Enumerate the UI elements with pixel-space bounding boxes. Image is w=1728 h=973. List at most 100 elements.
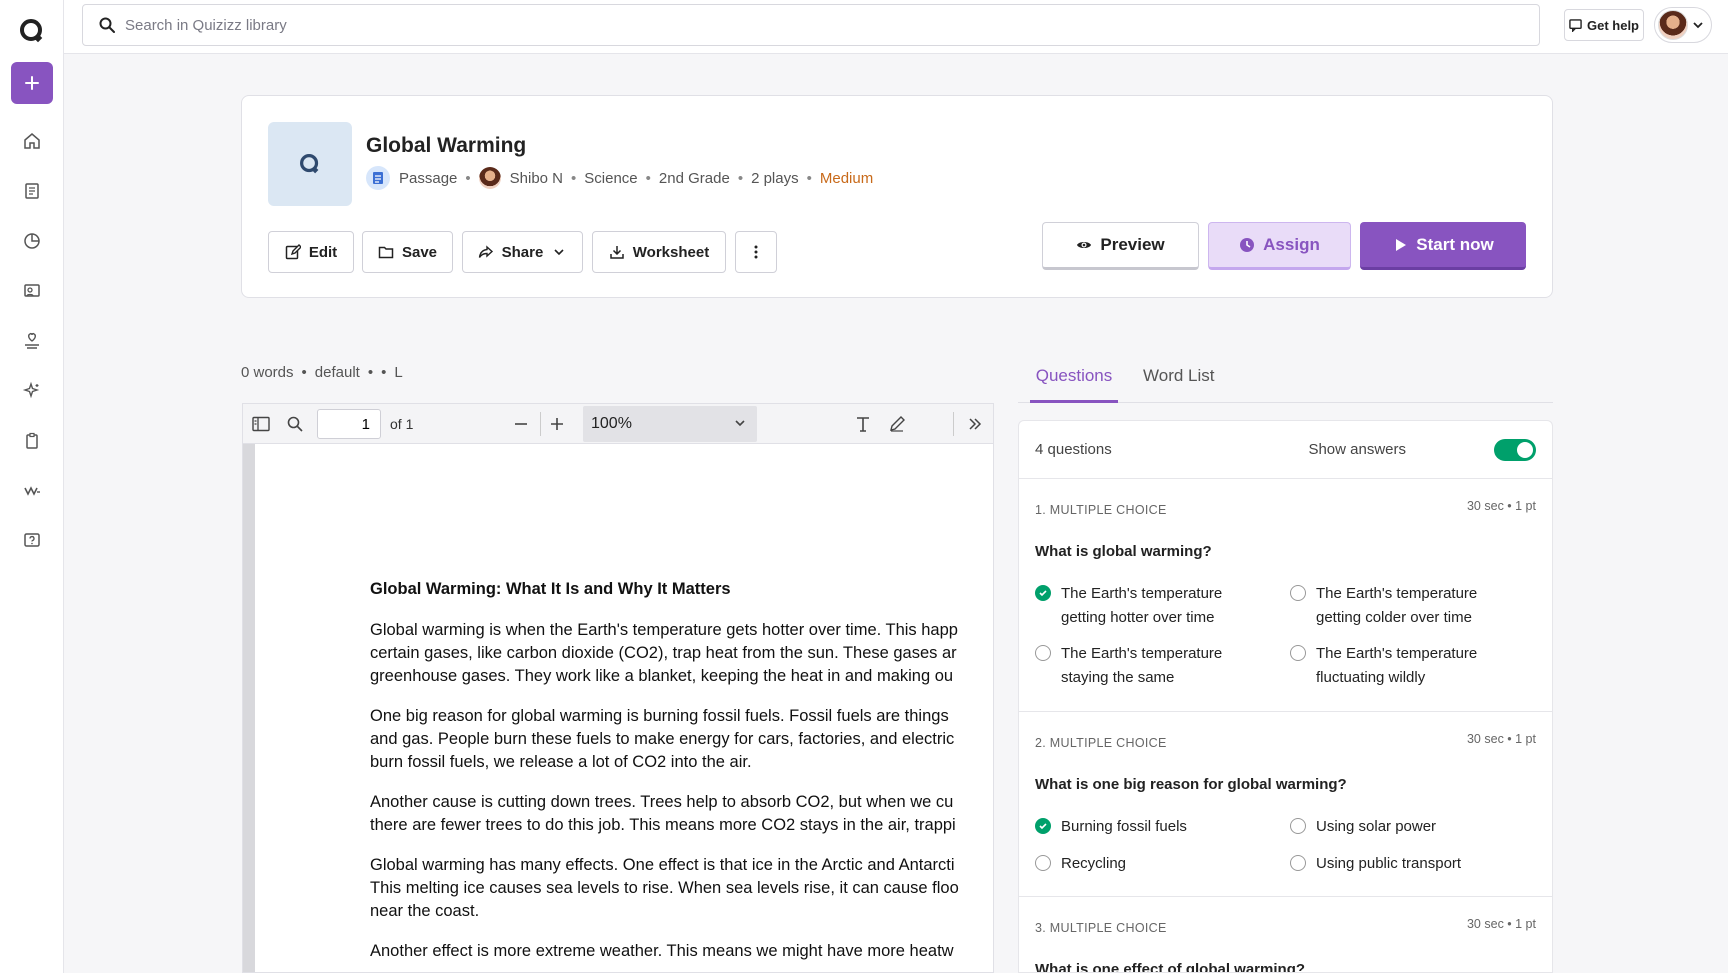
eye-icon <box>1077 242 1092 248</box>
download-icon <box>610 246 624 259</box>
library-icon[interactable] <box>17 176 47 206</box>
quiz-grade: 2nd Grade <box>658 169 730 187</box>
text-tool-icon[interactable] <box>853 414 873 434</box>
quiz-type: Passage <box>399 169 458 187</box>
question-type: 2. MULTIPLE CHOICE <box>1035 736 1167 750</box>
passage-style: default <box>314 364 360 381</box>
search-input[interactable] <box>125 16 1425 34</box>
questions-panel: 4 questions Show answers 1. MULTIPLE CHO… <box>1018 420 1553 973</box>
get-help-button[interactable]: Get help <box>1564 9 1644 41</box>
answer-option: Recycling <box>1035 852 1265 876</box>
passage-document: Global Warming: What It Is and Why It Ma… <box>370 580 993 972</box>
question-text: What is one effect of global warming? <box>1035 961 1306 973</box>
quizizz-wordmark-icon[interactable] <box>17 476 47 506</box>
assign-button[interactable]: Assign <box>1208 222 1351 270</box>
play-icon <box>1396 238 1407 251</box>
zoom-select[interactable]: 100% <box>583 406 757 442</box>
quiz-thumbnail <box>268 122 352 206</box>
author-avatar <box>478 167 501 189</box>
ai-icon[interactable] <box>17 376 47 406</box>
quiz-title: Global Warming <box>366 134 527 157</box>
get-help-label: Get help <box>1586 17 1639 33</box>
pdf-page: Global Warming: What It Is and Why It Ma… <box>243 444 993 972</box>
edit-icon <box>285 244 301 260</box>
page-count: of 1 <box>390 416 414 432</box>
search-icon <box>99 17 115 33</box>
reports-icon[interactable] <box>17 226 47 256</box>
radio-empty-icon <box>1035 855 1051 871</box>
page-number-input[interactable] <box>317 409 381 439</box>
answer-option: The Earth's temperature fluctuating wild… <box>1290 642 1520 690</box>
document-paragraph: Global warming is when the Earth's tempe… <box>370 621 958 685</box>
quiz-difficulty: Medium <box>819 169 874 187</box>
more-vertical-icon <box>754 245 758 259</box>
quizizz-logo-icon[interactable] <box>17 16 47 46</box>
radio-empty-icon <box>1290 818 1306 834</box>
question-type: 1. MULTIPLE CHOICE <box>1035 503 1167 517</box>
answer-option: The Earth's temperature getting hotter o… <box>1035 582 1265 630</box>
classes-icon[interactable] <box>17 276 47 306</box>
plus-icon <box>24 76 39 90</box>
question-text: What is global warming? <box>1035 543 1212 560</box>
answer-option: The Earth's temperature staying the same <box>1035 642 1265 690</box>
sidebar-toggle-icon[interactable] <box>251 414 271 434</box>
draw-tool-icon[interactable] <box>887 414 907 434</box>
show-answers-label: Show answers <box>1308 441 1406 458</box>
chevron-down-icon <box>735 420 745 427</box>
start-now-button[interactable]: Start now <box>1360 222 1526 270</box>
question-count: 4 questions <box>1035 441 1112 458</box>
answer-option: Using public transport <box>1290 852 1520 876</box>
save-button[interactable]: Save <box>362 231 453 273</box>
question-card[interactable]: 2. MULTIPLE CHOICE 30 sec • 1 pt What is… <box>1019 712 1552 897</box>
question-text: What is one big reason for global warmin… <box>1035 776 1347 793</box>
sidebar <box>0 0 64 973</box>
answer-option: Burning fossil fuels <box>1035 815 1265 839</box>
question-card[interactable]: 1. MULTIPLE CHOICE 30 sec • 1 pt What is… <box>1019 479 1552 712</box>
preview-button[interactable]: Preview <box>1042 222 1199 270</box>
search-bar[interactable] <box>82 4 1540 46</box>
word-count: 0 words <box>241 364 294 381</box>
document-paragraph: Another effect is more extreme weather. … <box>370 942 954 960</box>
quiz-author[interactable]: Shibo N <box>510 170 563 187</box>
correct-check-icon <box>1035 585 1051 601</box>
search-icon[interactable] <box>285 414 305 434</box>
correct-check-icon <box>1035 818 1051 834</box>
radio-empty-icon <box>1290 855 1306 871</box>
document-paragraph: Another cause is cutting down trees. Tre… <box>370 793 956 834</box>
question-card[interactable]: 3. MULTIPLE CHOICE 30 sec • 1 pt What is… <box>1019 897 1552 973</box>
double-chevron-right-icon[interactable] <box>965 414 985 434</box>
help-icon[interactable] <box>17 526 47 556</box>
profile-menu[interactable] <box>1654 7 1712 43</box>
questions-header: 4 questions Show answers <box>1019 421 1552 479</box>
quiz-subject: Science <box>584 169 638 187</box>
passage-level: L <box>394 364 403 381</box>
clock-icon <box>1240 238 1255 252</box>
chevron-down-icon <box>554 249 564 256</box>
top-bar: Get help <box>64 0 1728 54</box>
assessment-icon[interactable] <box>17 426 47 456</box>
chevron-down-icon <box>1693 22 1703 29</box>
zoom-out-icon[interactable] <box>511 414 531 434</box>
document-paragraph: One big reason for global warming is bur… <box>370 707 955 771</box>
passage-icon <box>366 166 390 190</box>
edit-button[interactable]: Edit <box>268 231 354 273</box>
quiz-meta: Passage • Shibo N • Science • 2nd Grade … <box>366 166 873 190</box>
create-button[interactable] <box>10 62 53 104</box>
more-options-button[interactable] <box>735 231 777 273</box>
zoom-in-icon[interactable] <box>547 414 567 434</box>
document-paragraph: Global warming has many effects. One eff… <box>370 856 959 920</box>
quiz-plays: 2 plays <box>751 169 799 187</box>
answer-option: Using solar power <box>1290 815 1520 839</box>
pdf-toolbar: of 1 100% <box>243 404 993 444</box>
worksheet-button[interactable]: Worksheet <box>592 231 726 273</box>
tab-questions[interactable]: Questions <box>1030 366 1118 403</box>
quiz-header-card: Global Warming Passage • Shibo N • Scien… <box>241 95 1553 298</box>
tab-word-list[interactable]: Word List <box>1143 366 1215 403</box>
pdf-viewer: of 1 100% Global Warming: What It Is and… <box>242 403 994 973</box>
radio-empty-icon <box>1290 645 1306 661</box>
share-button[interactable]: Share <box>462 231 583 273</box>
show-answers-toggle[interactable] <box>1494 439 1536 461</box>
share-icon <box>478 245 493 258</box>
home-icon[interactable] <box>17 126 47 156</box>
accommodations-icon[interactable] <box>17 326 47 356</box>
